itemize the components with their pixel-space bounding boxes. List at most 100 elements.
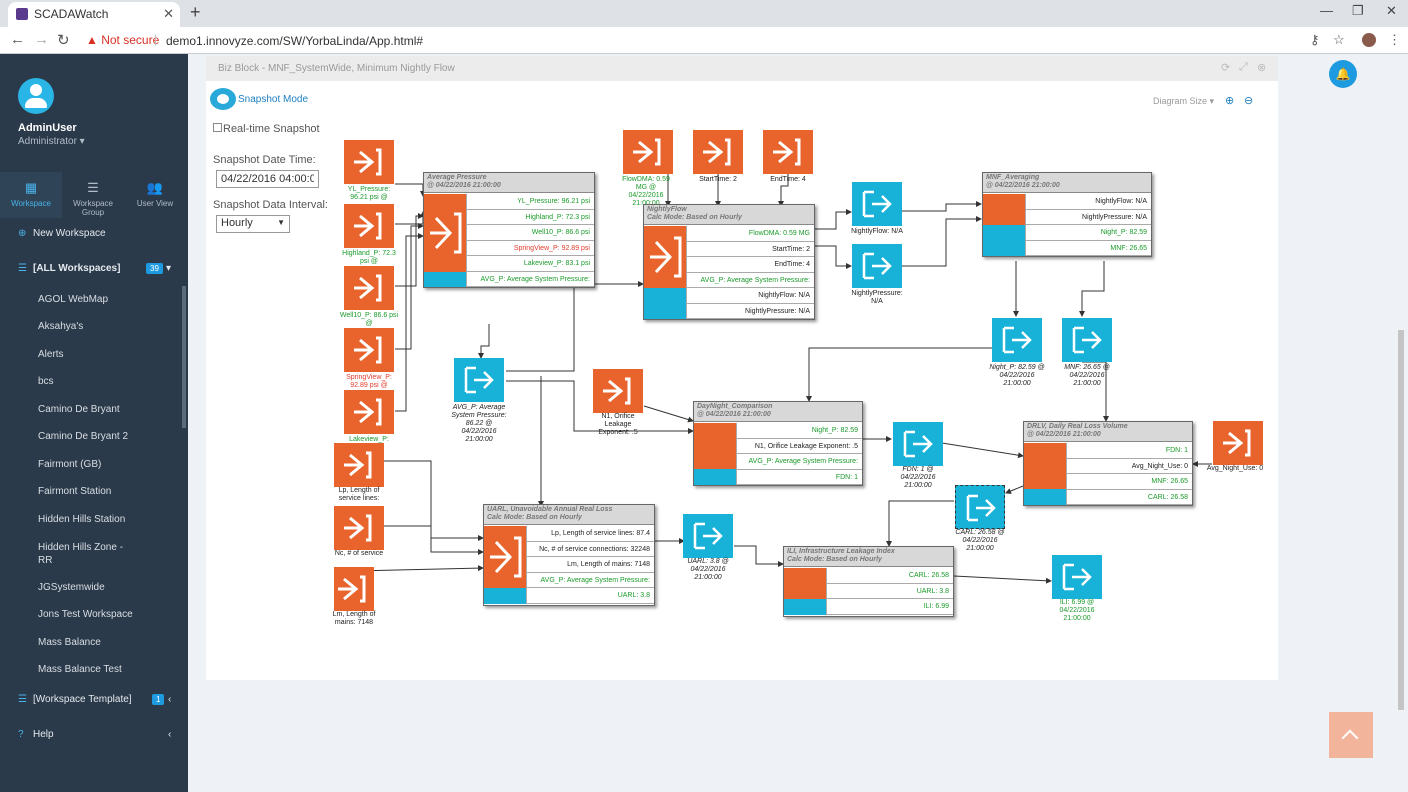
sidebar-item-hidden-hills-station[interactable]: Hidden Hills Station [38, 514, 125, 525]
block-output-icon [1024, 489, 1066, 505]
security-warning[interactable]: ▲ Not secure [86, 33, 159, 47]
close-tab-icon[interactable]: ✕ [163, 6, 174, 22]
diagram-size-dropdown[interactable]: Diagram Size ▾ [1153, 96, 1214, 107]
minimize-icon[interactable]: — [1320, 3, 1333, 18]
block-row: MNF: 26.65 [1066, 474, 1192, 490]
biz-block-panel: Biz Block - MNF_SystemWide, Minimum Nigh… [206, 56, 1278, 680]
realtime-snapshot-checkbox[interactable] [213, 123, 222, 132]
sidebar-item-bcs[interactable]: bcs [38, 376, 54, 387]
tab-workspace[interactable]: ▦ Workspace [0, 172, 62, 218]
block-average-pressure[interactable]: Average Pressure @ 04/22/2016 21:00:00 YL… [423, 172, 595, 288]
notification-bell-icon[interactable]: 🔔 [1329, 60, 1357, 88]
uarl-output-node[interactable] [683, 514, 733, 558]
flowdma-node[interactable] [623, 130, 673, 174]
yl-pressure-node[interactable] [344, 140, 394, 184]
block-title: NightlyFlow [647, 206, 687, 213]
sidebar-item-fairmont-station[interactable]: Fairmont Station [38, 486, 111, 497]
chevron-left-icon: ‹ [168, 694, 172, 705]
lm-node[interactable] [334, 567, 374, 611]
browser-menu-icon[interactable]: ⋮ [1388, 32, 1401, 48]
sidebar-item-camino-de-bryant[interactable]: Camino De Bryant [38, 404, 120, 415]
eye-icon[interactable] [210, 88, 236, 110]
restore-icon[interactable]: ❐ [1352, 3, 1364, 19]
sidebar-item-hidden-hills-zone[interactable]: Hidden Hills Zone - RR [38, 541, 123, 567]
block-uarl[interactable]: UARL, Unavoidable Annual Real Loss Calc M… [483, 504, 655, 606]
carl-output-node[interactable] [955, 485, 1005, 529]
block-daynight-comparison[interactable]: DayNight_Comparison @ 04/22/2016 21:00:00… [693, 401, 863, 486]
nightlyflow-output-node[interactable] [852, 182, 902, 226]
user-role-dropdown[interactable]: Administrator ▾ [18, 136, 85, 147]
block-nightlyflow[interactable]: NightlyFlow Calc Mode: Based on Hourly Fl… [643, 204, 815, 320]
sidebar-scrollbar[interactable] [182, 286, 186, 428]
nightp-output-node[interactable] [992, 318, 1042, 362]
zoom-out-icon[interactable]: ⊖ [1244, 94, 1253, 107]
bookmark-star-icon[interactable]: ☆ [1333, 32, 1345, 48]
nc-label: Nc, # of service [334, 550, 384, 557]
snapshot-interval-select[interactable]: Hourly ▼ [216, 215, 290, 233]
carl-output-label: CARL: 26.58 @ 04/22/2016 21:00:00 [955, 529, 1005, 552]
block-rows: CARL: 26.58 UARL: 3.8 ILI: 6.99 [826, 568, 953, 615]
reload-icon[interactable]: ↻ [57, 31, 70, 49]
fdn-output-label: FDN: 1 @ 04/22/2016 21:00:00 [900, 466, 936, 489]
sidebar-item-fairmont-gb[interactable]: Fairmont (GB) [38, 459, 101, 470]
block-row: AVG_P: Average System Pressure: [466, 271, 594, 287]
workspace-tabs: ▦ Workspace ☰ Workspace Group 👥 User View [0, 172, 188, 218]
profile-avatar[interactable] [1362, 33, 1376, 47]
page-scrollbar[interactable] [1398, 330, 1404, 710]
diagram-size-label: Diagram Size [1153, 96, 1208, 106]
uarl-output-label: UARL: 3.8 @ 04/22/2016 21:00:00 [687, 558, 729, 581]
new-tab-icon[interactable]: + [190, 2, 201, 23]
chevron-down-icon: ▾ [166, 263, 172, 274]
snapshot-mode-link[interactable]: Snapshot Mode [238, 94, 308, 105]
endtime-node[interactable] [763, 130, 813, 174]
lakeview-node[interactable] [344, 390, 394, 434]
highland-node[interactable] [344, 204, 394, 248]
starttime-node[interactable] [693, 130, 743, 174]
back-icon[interactable]: ← [10, 31, 25, 48]
block-input-icon [424, 194, 466, 272]
springview-node[interactable] [344, 328, 394, 372]
scroll-to-top-button[interactable] [1329, 712, 1373, 758]
sidebar-item-jons-test-workspace[interactable]: Jons Test Workspace [38, 609, 133, 620]
sidebar-item-mass-balance[interactable]: Mass Balance [38, 637, 101, 648]
sidebar-item-alerts[interactable]: Alerts [38, 349, 64, 360]
tab-workspace-group[interactable]: ☰ Workspace Group [62, 172, 124, 218]
block-ili[interactable]: ILI, Infrastructure Leakage Index Calc Mo… [783, 546, 954, 617]
tab-user-view[interactable]: 👥 User View [124, 172, 186, 218]
mnf-output-node[interactable] [1062, 318, 1112, 362]
block-mnf-averaging[interactable]: MNF_Averaging @ 04/22/2016 21:00:00 Night… [982, 172, 1152, 257]
workspace-template-label: [Workspace Template] [33, 694, 132, 705]
avgp-output-node[interactable] [454, 358, 504, 402]
browser-tab[interactable]: SCADAWatch ✕ [8, 2, 180, 27]
block-row: NightlyPressure: N/A [686, 303, 814, 319]
key-icon[interactable]: ⚷ [1310, 32, 1320, 48]
sidebar-item-jgsystemwide[interactable]: JGSystemwide [38, 582, 105, 593]
forward-icon[interactable]: → [34, 31, 49, 48]
tab-title: SCADAWatch [34, 7, 109, 21]
user-avatar-icon[interactable] [18, 78, 54, 114]
nightlypressure-output-node[interactable] [852, 244, 902, 288]
well10-node[interactable] [344, 266, 394, 310]
block-header: DayNight_Comparison @ 04/22/2016 21:00:00 [694, 402, 862, 422]
avg-night-use-node[interactable] [1213, 421, 1263, 465]
n1-node[interactable] [593, 369, 643, 413]
sidebar-item-aksahyas[interactable]: Aksahya's [38, 321, 83, 332]
sidebar-item-agol-webmap[interactable]: AGOL WebMap [38, 294, 108, 305]
sidebar-item-camino-de-bryant-2[interactable]: Camino De Bryant 2 [38, 431, 128, 442]
list-icon: ☰ [18, 263, 27, 274]
block-title: UARL, Unavoidable Annual Real Loss [487, 506, 613, 513]
ili-output-node[interactable] [1052, 555, 1102, 599]
url-field[interactable]: ▲ Not secure | demo1.innovyze.com/SW/Yor… [80, 30, 1310, 51]
snapshot-date-label: Snapshot Date Time: [213, 154, 316, 166]
block-drlv[interactable]: DRLV, Daily Real Loss Volume @ 04/22/2016… [1023, 421, 1193, 506]
lp-node[interactable] [334, 443, 384, 487]
block-rows: Night_P: 82.59 N1, Orifice Leakage Expon… [736, 423, 862, 485]
snapshot-date-input[interactable] [216, 170, 319, 188]
fdn-output-node[interactable] [893, 422, 943, 466]
zoom-in-icon[interactable]: ⊕ [1225, 94, 1234, 107]
sidebar-item-mass-balance-test[interactable]: Mass Balance Test [38, 664, 122, 675]
block-row: NightlyFlow: N/A [1025, 194, 1151, 210]
nc-node[interactable] [334, 506, 384, 550]
window-close-icon[interactable]: ✕ [1386, 3, 1397, 19]
block-rows: FDN: 1 Avg_Night_Use: 0 MNF: 26.65 CARL:… [1066, 443, 1192, 505]
